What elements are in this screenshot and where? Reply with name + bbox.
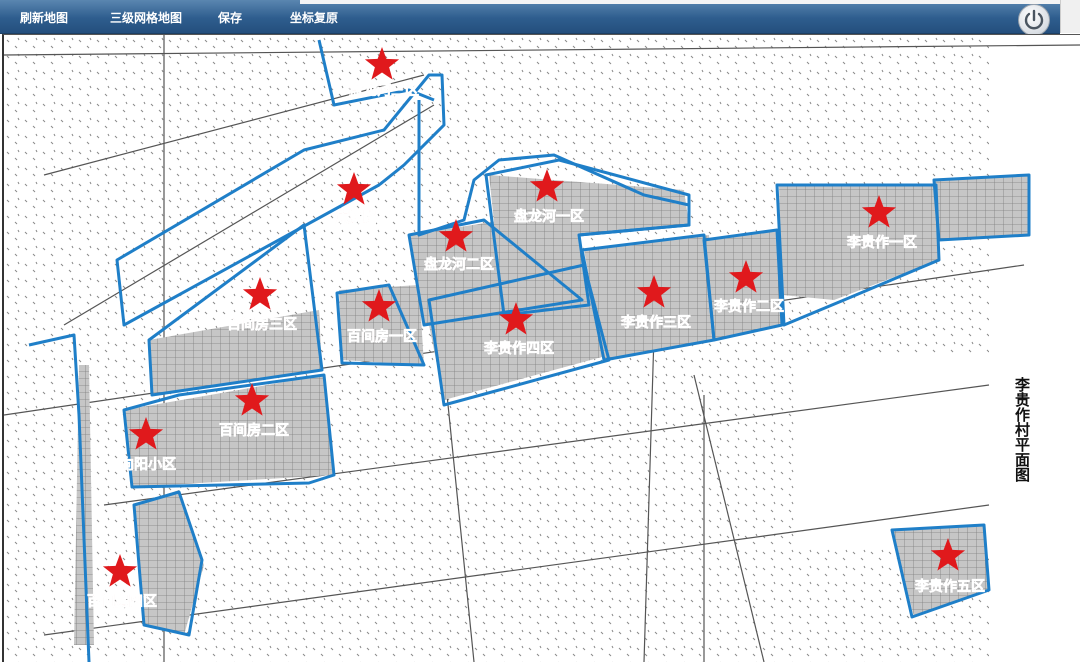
reset-coordinates-button[interactable]: 坐标复原 <box>290 9 338 26</box>
district-label: 李贵作四区 <box>483 340 554 357</box>
village-plan-map: 李贵作村平面图 盘龙河三区焦辉路 盘龙河一区盘龙河二区 李贵作一区百间房三区百间房一… <box>4 35 1080 662</box>
address-strip <box>300 0 1060 4</box>
scrollbar[interactable] <box>1060 0 1080 33</box>
district-label: 向阳小区 <box>120 456 176 473</box>
map-toolbar: 刷新地图 三级网格地图 保存 坐标复原 <box>0 0 1060 36</box>
district-label: 百间房二区 <box>219 422 289 439</box>
district-label: 李贵作一区 <box>846 234 917 251</box>
map-right-margin <box>989 35 1080 662</box>
grid3-map-button[interactable]: 三级网格地图 <box>110 9 182 26</box>
district-label: 百间房四区 <box>87 593 157 610</box>
save-button[interactable]: 保存 <box>218 9 242 26</box>
district-label: 百间房三区 <box>227 316 297 333</box>
map-blank-area <box>794 355 994 545</box>
district-label: 盘龙河二区 <box>424 256 494 273</box>
map-side-title: 李贵作村平面图 <box>1013 376 1031 483</box>
district-label: 盘龙河三区 <box>349 82 419 99</box>
district-label: 李贵作三区 <box>620 314 691 331</box>
refresh-map-button[interactable]: 刷新地图 <box>20 9 68 26</box>
map-canvas[interactable]: 李贵作村平面图 盘龙河三区焦辉路 盘龙河一区盘龙河二区 李贵作一区百间房三区百间房一… <box>2 34 1080 662</box>
district-label: 李贵作五区 <box>914 578 985 595</box>
power-icon[interactable] <box>1018 4 1050 36</box>
district-label: 盘龙河一区 <box>514 208 584 225</box>
district-label: 焦辉路 <box>334 209 378 226</box>
district-label: 李贵作二区 <box>713 298 784 315</box>
district-label: 百间房一区 <box>347 328 417 345</box>
